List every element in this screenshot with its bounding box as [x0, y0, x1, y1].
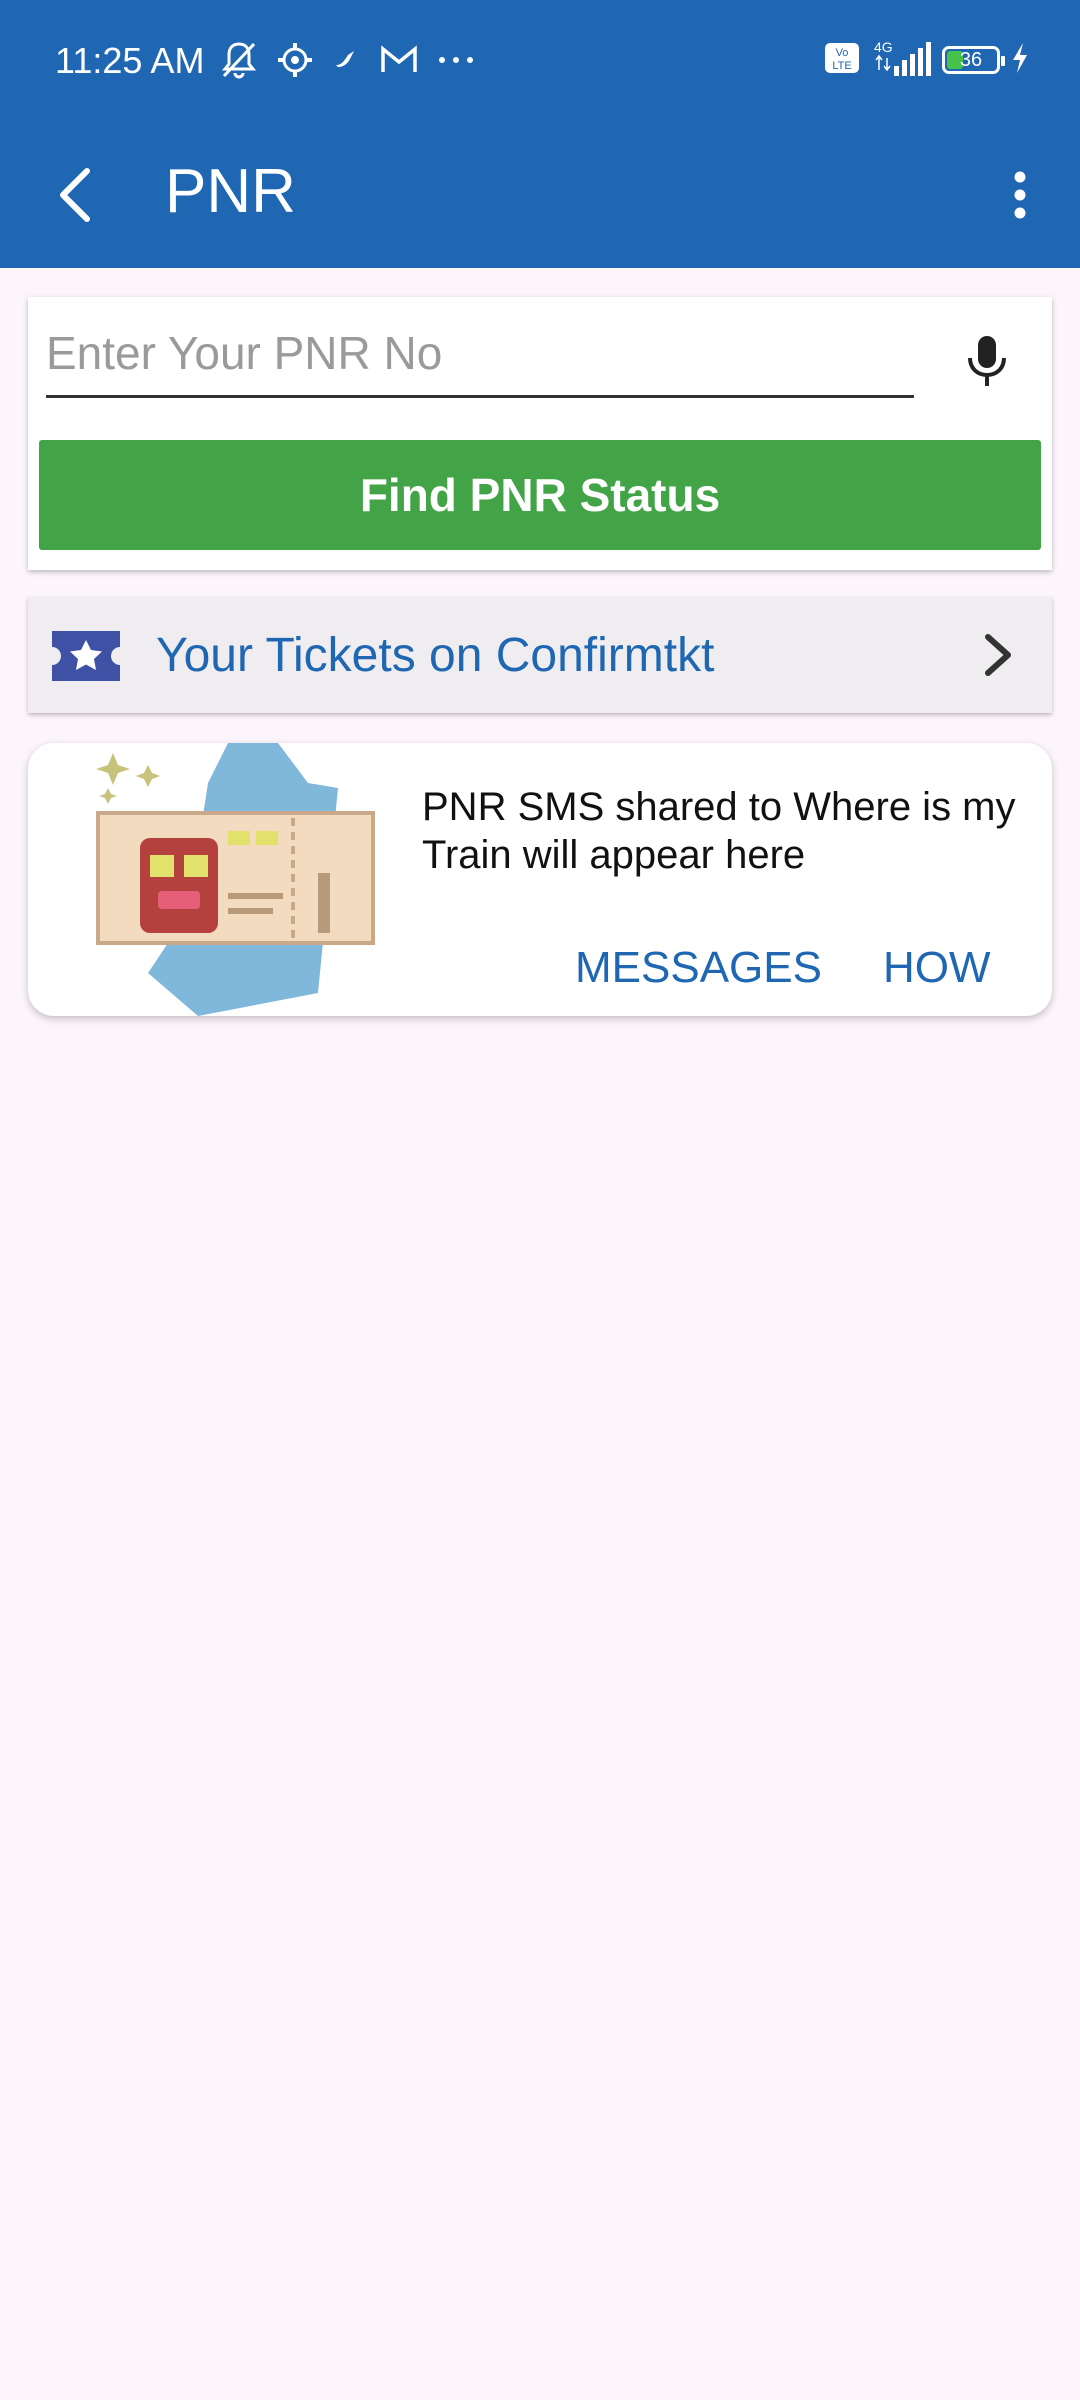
how-button[interactable]: HOW: [883, 943, 991, 993]
tickets-label: Your Tickets on Confirmtkt: [156, 629, 715, 682]
status-time: 11:25 AM: [55, 40, 205, 81]
microphone-icon: [968, 336, 1006, 386]
messages-button[interactable]: MESSAGES: [575, 943, 822, 993]
sms-card-actions: MESSAGES HOW: [28, 943, 1052, 1003]
gmail-icon: [380, 45, 418, 75]
battery-icon: 36: [942, 46, 1005, 74]
more-vert-icon: [1014, 171, 1026, 219]
overflow-menu-button[interactable]: [980, 150, 1060, 240]
app-bar: PNR: [0, 120, 1080, 268]
chevron-right-icon: [985, 634, 1011, 676]
status-left-icons: [220, 38, 476, 82]
pnr-input[interactable]: [46, 317, 914, 398]
status-bar: 11:25 AM Vo LTE 4G 36: [0, 0, 1080, 120]
svg-text:4G: 4G: [874, 39, 893, 55]
your-tickets-row[interactable]: Your Tickets on Confirmtkt: [28, 597, 1052, 713]
find-pnr-status-button[interactable]: Find PNR Status: [39, 440, 1041, 550]
pnr-search-card: Find PNR Status: [28, 297, 1052, 570]
volte-icon: Vo LTE: [824, 42, 860, 79]
settings-icon: [276, 41, 314, 79]
svg-text:LTE: LTE: [832, 60, 851, 72]
svg-text:Vo: Vo: [836, 47, 849, 59]
pnr-sms-card: PNR SMS shared to Where is my Train will…: [28, 743, 1052, 1016]
signal-icon: 4G: [870, 38, 932, 83]
wind-icon: [332, 45, 362, 75]
back-arrow-icon: [60, 168, 90, 222]
ticket-star-icon: [52, 631, 120, 681]
page-title: PNR: [165, 157, 296, 226]
back-button[interactable]: [30, 150, 120, 240]
voice-input-button[interactable]: [952, 327, 1022, 397]
more-dots-icon: [436, 55, 476, 65]
muted-bell-icon: [220, 40, 258, 80]
charging-icon: [1010, 42, 1030, 79]
sms-info-text: PNR SMS shared to Where is my Train will…: [422, 785, 1016, 877]
status-right-icons: Vo LTE 4G 36: [824, 38, 1030, 82]
